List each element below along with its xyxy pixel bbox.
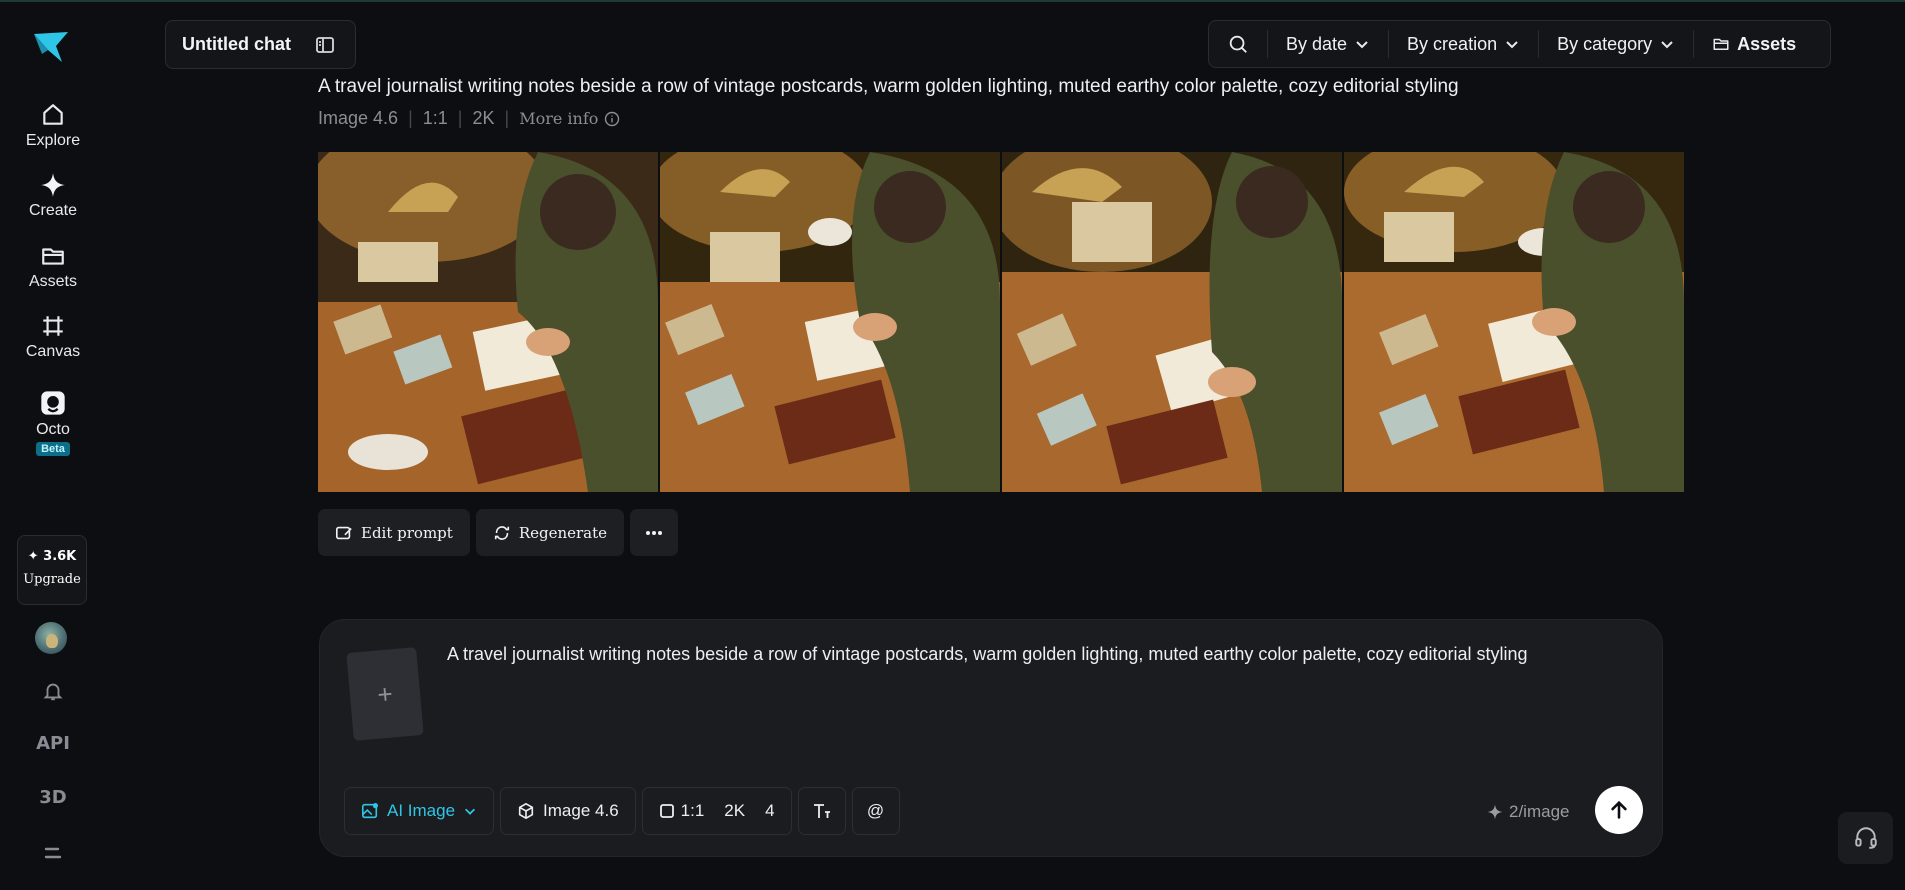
sidebar-item-label: Canvas: [25, 343, 81, 360]
info-icon: [605, 111, 620, 126]
sidebar-item-label: Octo: [36, 421, 70, 438]
upgrade-label: Upgrade: [23, 572, 81, 587]
notifications-button[interactable]: [0, 679, 106, 708]
sidebar-item-explore[interactable]: Explore: [0, 102, 106, 150]
folder-icon: [42, 248, 64, 265]
sidebar-item-label: Assets: [28, 273, 77, 290]
beta-badge: Beta: [36, 442, 70, 456]
generation-meta: Image 4.6 | 1:1 | 2K | More info: [318, 108, 620, 129]
text-style-button[interactable]: [797, 787, 846, 835]
composer-toolbar: AI Image Image 4.6 1:1 2K 4 @: [344, 787, 900, 835]
edit-prompt-button[interactable]: Edit prompt: [318, 509, 470, 556]
sparkle-icon: [1487, 804, 1503, 820]
chat-title-pill[interactable]: Untitled chat: [165, 20, 356, 69]
refresh-icon: [494, 525, 509, 540]
top-accent-line: [0, 0, 1905, 2]
generated-image-3[interactable]: [1002, 152, 1342, 492]
cube-icon: [518, 802, 534, 820]
divider: |: [457, 108, 463, 128]
credits-count: ✦ 3.6K: [27, 549, 77, 564]
sidebar-item-label: Create: [28, 202, 78, 219]
sidebar-item-assets[interactable]: Assets: [0, 243, 106, 291]
filter-by-date[interactable]: By date: [1267, 30, 1388, 58]
generation-prompt: A travel journalist writing notes beside…: [318, 76, 1459, 97]
support-button[interactable]: [1838, 812, 1893, 864]
generated-image-2[interactable]: [660, 152, 1000, 492]
folder-icon: [1713, 38, 1729, 50]
sidebar-item-create[interactable]: Create: [0, 172, 106, 220]
more-info-link[interactable]: More info: [519, 109, 620, 128]
divider: |: [504, 108, 510, 128]
assets-button[interactable]: Assets: [1693, 30, 1814, 58]
chevron-down-icon: [465, 808, 476, 815]
more-actions-button[interactable]: [630, 509, 679, 556]
sidebar-item-octo[interactable]: Octo Beta: [0, 389, 106, 457]
resolution-label: 2K: [472, 108, 495, 128]
mention-button[interactable]: @: [851, 787, 900, 835]
image-grid: [318, 152, 1684, 492]
side-panel-toggle-icon[interactable]: [315, 35, 335, 55]
filter-bar: By date By creation By category Assets: [1208, 20, 1831, 68]
api-label: API: [36, 733, 70, 754]
chat-title: Untitled chat: [182, 34, 292, 54]
upgrade-button[interactable]: ✦ 3.6K Upgrade: [17, 535, 87, 605]
chevron-down-icon: [1661, 41, 1673, 49]
count-setting: 4: [765, 801, 775, 820]
home-icon: [43, 104, 63, 125]
canvas-icon: [43, 316, 63, 336]
three-d-link[interactable]: 3D: [0, 787, 106, 808]
cost-per-image: 2/image: [1487, 802, 1569, 822]
search-button[interactable]: [1209, 33, 1267, 55]
bell-icon: [43, 683, 63, 701]
add-reference-image-button[interactable]: +: [346, 647, 424, 741]
headset-icon: [1854, 827, 1877, 849]
output-settings[interactable]: 1:1 2K 4: [641, 787, 792, 835]
aspect-ratio-icon: [659, 804, 674, 818]
three-d-label: 3D: [39, 787, 67, 808]
divider: |: [408, 108, 413, 128]
sparkle-icon: [41, 173, 65, 197]
generated-image-4[interactable]: [1344, 152, 1684, 492]
resolution-setting: 2K: [724, 801, 746, 820]
image-sparkle-icon: [361, 802, 379, 819]
chevron-down-icon: [1506, 41, 1518, 49]
octo-icon: [41, 391, 65, 415]
arrow-up-icon: [1611, 800, 1627, 819]
mode-selector[interactable]: AI Image: [344, 787, 495, 835]
more-dots-icon: [646, 530, 663, 535]
menu-lines-icon: [44, 847, 62, 859]
app-logo-icon[interactable]: [32, 30, 70, 64]
sidebar: Explore Create Assets Canvas Octo Beta ✦…: [0, 0, 106, 890]
more-menu-button[interactable]: [0, 843, 106, 868]
api-link[interactable]: API: [0, 733, 106, 754]
prompt-composer: + A travel journalist writing notes besi…: [319, 619, 1663, 857]
chevron-down-icon: [1356, 41, 1368, 49]
model-selector[interactable]: Image 4.6: [500, 787, 636, 835]
send-button[interactable]: [1595, 786, 1643, 834]
edit-icon: [335, 526, 352, 539]
model-label: Image 4.6: [318, 108, 399, 128]
prompt-input[interactable]: A travel journalist writing notes beside…: [447, 644, 1528, 665]
ratio-label: 1:1: [422, 108, 448, 128]
sidebar-item-canvas[interactable]: Canvas: [0, 313, 106, 361]
text-format-icon: [813, 804, 830, 818]
generated-image-1[interactable]: [318, 152, 658, 492]
regenerate-button[interactable]: Regenerate: [475, 509, 625, 556]
filter-by-creation[interactable]: By creation: [1388, 30, 1538, 58]
sidebar-item-label: Explore: [25, 132, 81, 149]
avatar[interactable]: [35, 622, 67, 654]
search-icon: [1229, 35, 1247, 53]
ratio-setting: 1:1: [649, 801, 715, 821]
filter-by-category[interactable]: By category: [1538, 30, 1693, 58]
generation-actions: Edit prompt Regenerate: [318, 509, 679, 556]
